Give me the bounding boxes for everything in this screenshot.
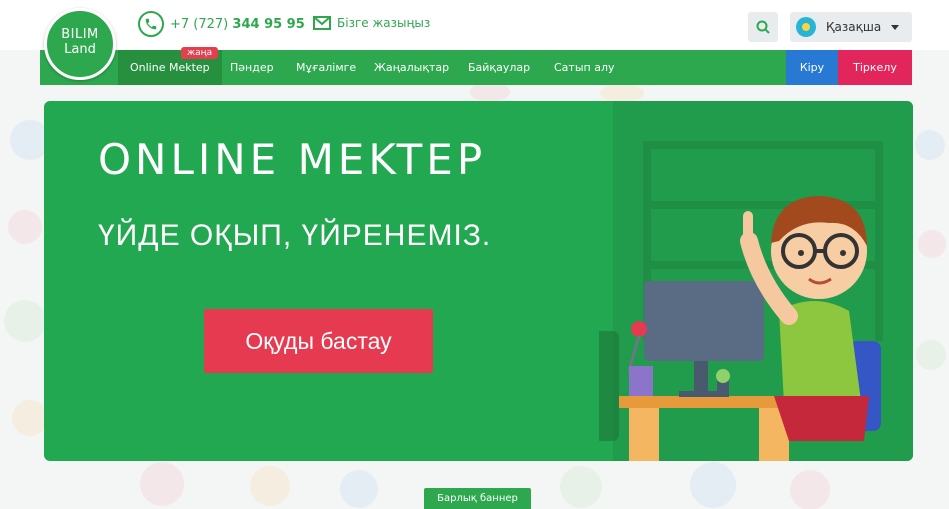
phone-number: +7 (727) 344 95 95 [170,17,305,32]
phone-digits: 344 95 95 [232,16,305,32]
login-button[interactable]: Кіру [786,50,838,85]
logo-text-bottom: Land [64,42,96,57]
hero-banner[interactable]: ONLINE MEKTEP ҮЙДЕ ОҚЫП, ҮЙРЕНЕМІЗ. Оқуд… [44,101,913,461]
banner-subtitle: ҮЙДЕ ОҚЫП, ҮЙРЕНЕМІЗ. [98,219,492,252]
register-button[interactable]: Тіркелу [838,50,912,85]
start-learning-button[interactable]: Оқуды бастау [204,309,433,373]
nav-item-news[interactable]: Жаңалықтар [374,50,449,85]
language-label: Қазақша [826,20,882,34]
nav-item-buy[interactable]: Сатып алу [554,50,614,85]
language-selector[interactable]: Қазақша [790,12,912,42]
banner-title: ONLINE MEKTEP [98,135,487,184]
all-banners-button[interactable]: Барлық баннер [424,488,531,509]
bilimland-logo[interactable]: BILIM Land [44,8,116,80]
student-illustration [599,196,881,461]
phone-icon [138,11,164,37]
logo-text-top: BILIM [61,27,99,42]
main-nav: Online Mektep Пәндер Мұғалімге Жаңалықта… [40,50,912,85]
search-button[interactable] [748,12,778,42]
kazakhstan-flag-icon [796,17,816,37]
nav-item-subjects[interactable]: Пәндер [230,50,274,85]
contact-us-label: Бізге жазыңыз [337,16,431,30]
nav-item-contests[interactable]: Байқаулар [468,50,530,85]
phone-contact[interactable]: +7 (727) 344 95 95 [138,11,305,37]
phone-prefix: +7 (727) [170,16,229,32]
chevron-down-icon [891,24,900,30]
nav-item-teachers[interactable]: Мұғалімге [296,50,356,85]
new-badge: жаңа [181,47,219,59]
search-icon [756,20,770,34]
contact-us-link[interactable]: Бізге жазыңыз [313,16,430,30]
mail-icon [313,16,331,30]
